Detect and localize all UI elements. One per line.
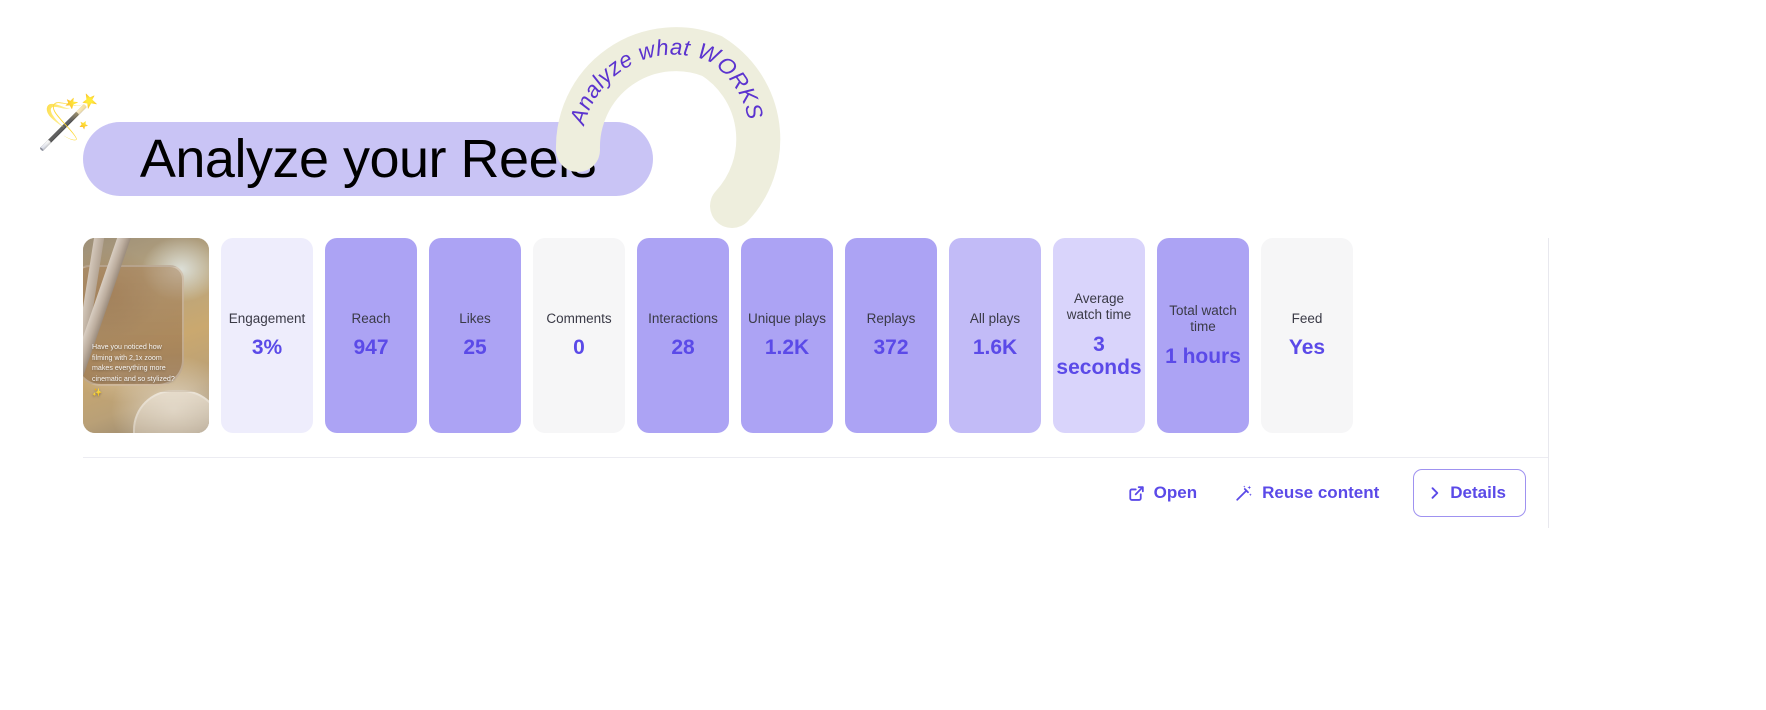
chevron-right-icon [1429, 485, 1441, 501]
metric-card[interactable]: Total watch time 1 hours [1157, 238, 1249, 433]
metric-label: Replays [866, 310, 916, 326]
metric-value: 3 seconds [1056, 332, 1142, 380]
open-button-label: Open [1153, 483, 1198, 502]
magic-wand-sparkle-icon [1235, 484, 1253, 502]
metrics-row[interactable]: Have you noticed how filming with 2,1x z… [83, 238, 1353, 443]
metric-value: 947 [353, 336, 389, 360]
caption-line-2: filming with 2,1x zoom [92, 353, 162, 362]
metric-value: 25 [463, 336, 487, 360]
caption-line-4: cinematic and so stylized? [92, 375, 175, 384]
metric-label: All plays [969, 310, 1021, 326]
metric-label: Average watch time [1066, 290, 1132, 323]
external-link-icon [1128, 485, 1145, 502]
metric-card[interactable]: Engagement 3% [221, 238, 313, 433]
metric-label: Feed [1291, 310, 1323, 326]
metric-label: Engagement [228, 310, 306, 326]
metric-label: Likes [459, 310, 491, 326]
caption-line-1: Have you noticed how [92, 342, 162, 351]
reel-thumbnail[interactable]: Have you noticed how filming with 2,1x z… [83, 238, 209, 433]
open-button[interactable]: Open [1122, 475, 1203, 511]
metric-label: Interactions [648, 310, 718, 326]
action-bar: Open Reuse content Details [83, 457, 1548, 528]
details-button-label: Details [1450, 483, 1506, 502]
metric-card[interactable]: Comments 0 [533, 238, 625, 433]
metric-value: 372 [873, 336, 909, 360]
metric-label: Reach [351, 310, 391, 326]
thumbnail-caption: Have you noticed how filming with 2,1x z… [92, 342, 202, 399]
caption-line-3: makes everything more [92, 364, 166, 373]
metric-value: 1.6K [972, 336, 1018, 360]
metric-card[interactable]: Replays 372 [845, 238, 937, 433]
metric-label: Total watch time [1169, 302, 1237, 335]
arc-badge: Analyze what WORKS [560, 28, 770, 223]
metric-card[interactable]: All plays 1.6K [949, 238, 1041, 433]
metric-value: 0 [573, 336, 585, 360]
metric-value: 1.2K [764, 336, 810, 360]
metric-value: 28 [671, 336, 695, 360]
sparkles-icon: ✨ [92, 387, 102, 397]
metric-card[interactable]: Reach 947 [325, 238, 417, 433]
page-title: Analyze your Reels [139, 129, 597, 189]
reels-analytics-screen: 🪄 Analyze your Reels Analyze what WORKS [0, 0, 1766, 710]
metric-label: Comments [546, 310, 612, 326]
metric-card[interactable]: Unique plays 1.2K [741, 238, 833, 433]
metric-card[interactable]: Likes 25 [429, 238, 521, 433]
metric-value: 1 hours [1165, 344, 1241, 368]
metric-card[interactable]: Interactions 28 [637, 238, 729, 433]
metric-card[interactable]: Feed Yes [1261, 238, 1353, 433]
metric-card[interactable]: Average watch time 3 seconds [1053, 238, 1145, 433]
metric-value: 3% [251, 336, 283, 360]
details-button[interactable]: Details [1413, 469, 1526, 517]
page-header: 🪄 Analyze your Reels Analyze what WORKS [0, 0, 1766, 240]
reuse-content-button-label: Reuse content [1262, 483, 1380, 502]
reuse-content-button[interactable]: Reuse content [1229, 475, 1385, 511]
metric-value: Yes [1288, 336, 1326, 360]
metric-label: Unique plays [747, 310, 827, 326]
